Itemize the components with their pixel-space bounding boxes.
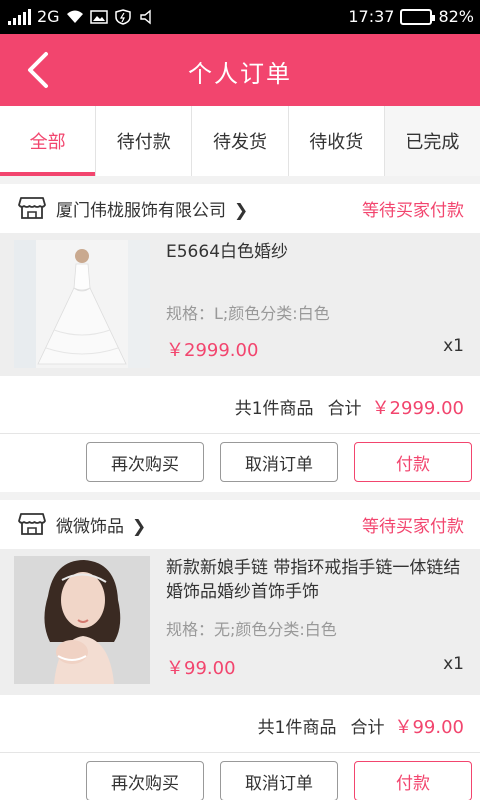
shop-row: 厦门伟栊服饰有限公司 ❯ 等待买家付款 — [0, 184, 480, 234]
tab-pending-shipment[interactable]: 待发货 — [192, 106, 289, 176]
shop-icon — [18, 513, 46, 535]
chevron-right-icon: ❯ — [234, 201, 249, 221]
order-item[interactable]: E5664白色婚纱 规格：L;颜色分类:白色 ￥2999.00 x1 — [0, 234, 480, 376]
pay-button[interactable]: 付款 — [354, 761, 472, 800]
order-tabs: 全部 待付款 待发货 待收货 已完成 — [0, 106, 480, 176]
wifi-icon — [66, 10, 83, 23]
tab-pending-payment[interactable]: 待付款 — [96, 106, 193, 176]
shop-row: 微微饰品 ❯ 等待买家付款 — [0, 500, 480, 550]
total-amount: ￥2999.00 — [371, 398, 464, 419]
product-quantity: x1 — [443, 336, 464, 356]
status-bar: 2G 17:37 82% — [0, 0, 480, 34]
total-amount: ￥99.00 — [394, 717, 464, 738]
cancel-order-button[interactable]: 取消订单 — [220, 442, 338, 482]
chevron-right-icon: ❯ — [132, 517, 147, 537]
product-spec: 规格：无;颜色分类:白色 — [166, 620, 337, 639]
order-item[interactable]: 新款新娘手链 带指环戒指手链一体链结婚饰品婚纱首饰手饰 规格：无;颜色分类:白色… — [0, 550, 480, 695]
product-price: ￥99.00 — [166, 658, 236, 679]
order-total-row: 共1件商品 合计 ￥99.00 — [0, 695, 480, 753]
order-total: 共1件商品 合计 ￥2999.00 — [235, 394, 464, 420]
buy-again-button[interactable]: 再次购买 — [86, 761, 204, 800]
signal-icon — [8, 8, 31, 25]
shop-icon — [18, 197, 46, 219]
clock: 17:37 — [348, 7, 395, 26]
buy-again-button[interactable]: 再次购买 — [86, 442, 204, 482]
total-label: 合计 — [350, 718, 385, 738]
order-actions: 再次购买 取消订单 付款 — [0, 434, 480, 492]
status-right: 17:37 82% — [348, 7, 474, 26]
tab-all[interactable]: 全部 — [0, 106, 97, 176]
order-actions: 再次购买 取消订单 付款 — [0, 753, 480, 800]
image-notification-icon — [89, 9, 108, 24]
order-card: 微微饰品 ❯ 等待买家付款 新款新娘手链 带指环戒指手链一体链结婚饰品婚纱首饰手饰… — [0, 500, 480, 800]
battery-percent: 82% — [438, 7, 474, 26]
shop-name: 微微饰品 — [56, 517, 124, 537]
item-count: 共1件商品 — [234, 399, 314, 419]
order-card: 厦门伟栊服饰有限公司 ❯ 等待买家付款 E5664白色婚纱 规格：L;颜色分类:白… — [0, 184, 480, 492]
page-title: 个人订单 — [188, 60, 292, 88]
speaker-icon — [139, 9, 151, 24]
network-type: 2G — [37, 7, 60, 26]
tab-completed[interactable]: 已完成 — [384, 106, 480, 176]
product-title: 新款新娘手链 带指环戒指手链一体链结婚饰品婚纱首饰手饰 — [166, 558, 461, 602]
product-image-bracelet-model[interactable] — [14, 556, 150, 684]
product-image-wedding-dress[interactable] — [14, 240, 150, 368]
product-price: ￥2999.00 — [166, 340, 259, 361]
order-total-row: 共1件商品 合计 ￥2999.00 — [0, 376, 480, 434]
shield-icon — [114, 8, 131, 25]
status-left: 2G — [8, 7, 156, 26]
product-quantity: x1 — [443, 654, 464, 674]
cancel-order-button[interactable]: 取消订单 — [220, 761, 338, 800]
shop-name: 厦门伟栊服饰有限公司 — [56, 201, 226, 221]
product-spec: 规格：L;颜色分类:白色 — [166, 304, 330, 323]
order-status: 等待买家付款 — [362, 517, 464, 537]
order-total: 共1件商品 合计 ￥99.00 — [258, 713, 464, 739]
total-label: 合计 — [327, 399, 362, 419]
shop-link[interactable]: 微微饰品 ❯ — [56, 512, 146, 537]
item-count: 共1件商品 — [257, 718, 337, 738]
product-title: E5664白色婚纱 — [166, 242, 289, 262]
battery-icon — [400, 8, 436, 25]
order-status: 等待买家付款 — [362, 201, 464, 221]
shop-link[interactable]: 厦门伟栊服饰有限公司 ❯ — [56, 196, 248, 221]
pay-button[interactable]: 付款 — [354, 442, 472, 482]
app-header: 个人订单 — [0, 34, 480, 106]
tab-pending-receipt[interactable]: 待收货 — [289, 106, 385, 176]
